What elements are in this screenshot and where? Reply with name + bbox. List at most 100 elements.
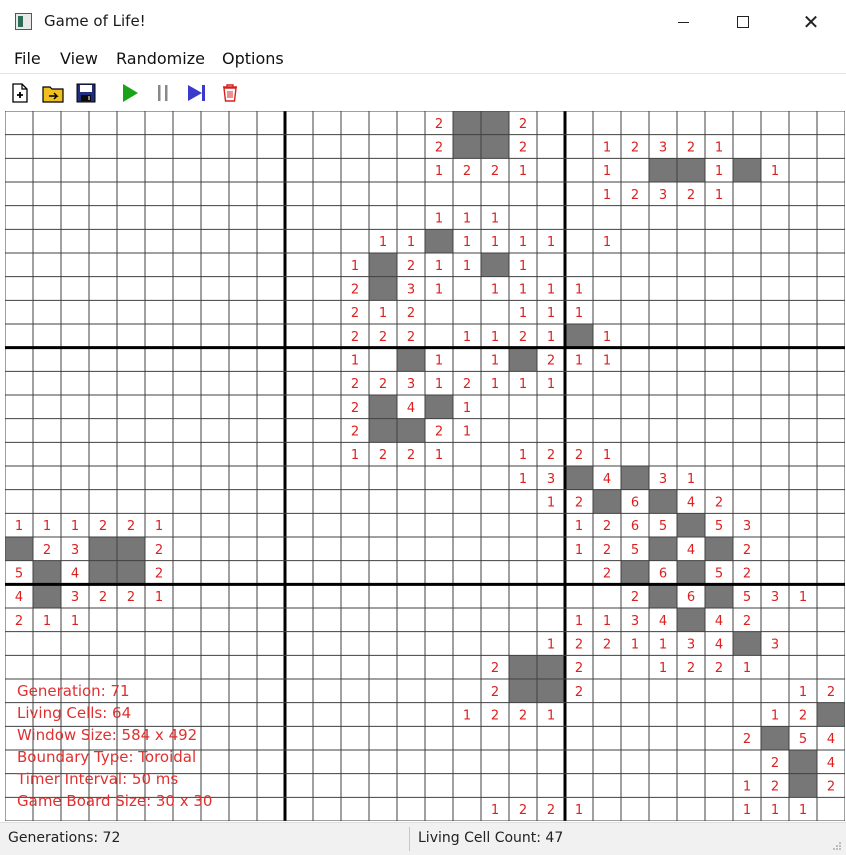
alive-cell[interactable] bbox=[481, 111, 509, 135]
alive-cell[interactable] bbox=[789, 773, 817, 798]
alive-cell[interactable] bbox=[33, 560, 61, 585]
maximize-button[interactable] bbox=[712, 0, 774, 44]
alive-cell[interactable] bbox=[369, 395, 397, 419]
neighbor-count: 2 bbox=[155, 567, 163, 582]
alive-cell[interactable] bbox=[369, 253, 397, 277]
alive-cell[interactable] bbox=[565, 466, 593, 490]
new-button[interactable] bbox=[9, 82, 31, 104]
alive-cell[interactable] bbox=[5, 537, 33, 561]
alive-cell[interactable] bbox=[761, 726, 789, 750]
neighbor-count: 2 bbox=[407, 306, 415, 321]
play-button[interactable] bbox=[119, 82, 141, 104]
neighbor-count: 1 bbox=[463, 330, 471, 345]
menu-options[interactable]: Options bbox=[222, 49, 284, 68]
alive-cell[interactable] bbox=[509, 655, 537, 679]
neighbor-count: 1 bbox=[491, 803, 499, 818]
alive-cell[interactable] bbox=[733, 631, 761, 656]
neighbor-count: 2 bbox=[547, 354, 555, 369]
alive-cell[interactable] bbox=[425, 395, 453, 419]
neighbor-count: 1 bbox=[435, 283, 443, 298]
alive-cell[interactable] bbox=[453, 134, 481, 159]
title-bar[interactable]: Game of Life! ✕ bbox=[0, 0, 846, 44]
alive-cell[interactable] bbox=[621, 560, 649, 585]
neighbor-count: 4 bbox=[687, 496, 695, 511]
alive-cell[interactable] bbox=[537, 655, 565, 679]
neighbor-count: 1 bbox=[463, 235, 471, 250]
neighbor-count: 2 bbox=[715, 496, 723, 511]
neighbor-count: 2 bbox=[715, 661, 723, 676]
hud-generation: Generation: 71 bbox=[17, 682, 130, 700]
menu-randomize[interactable]: Randomize bbox=[116, 49, 205, 68]
alive-cell[interactable] bbox=[117, 560, 145, 585]
neighbor-count: 2 bbox=[743, 732, 751, 747]
neighbor-count: 3 bbox=[659, 472, 667, 487]
neighbor-count: 1 bbox=[43, 614, 51, 629]
alive-cell[interactable] bbox=[33, 584, 61, 608]
alive-cell[interactable] bbox=[789, 750, 817, 774]
neighbor-count: 1 bbox=[463, 401, 471, 416]
neighbor-count: 1 bbox=[491, 330, 499, 345]
alive-cell[interactable] bbox=[369, 276, 397, 301]
neighbor-count: 2 bbox=[519, 330, 527, 345]
resize-grip-icon[interactable] bbox=[832, 841, 842, 851]
alive-cell[interactable] bbox=[621, 466, 649, 490]
alive-cell[interactable] bbox=[649, 158, 677, 182]
alive-cell[interactable] bbox=[593, 489, 621, 514]
neighbor-count: 1 bbox=[435, 164, 443, 179]
alive-cell[interactable] bbox=[565, 324, 593, 348]
trash-icon bbox=[223, 84, 237, 102]
alive-cell[interactable] bbox=[397, 347, 425, 372]
close-button[interactable]: ✕ bbox=[780, 0, 842, 44]
save-button[interactable] bbox=[75, 82, 97, 104]
neighbor-count: 1 bbox=[463, 259, 471, 274]
alive-cell[interactable] bbox=[677, 158, 705, 182]
neighbor-count: 3 bbox=[71, 590, 79, 605]
alive-cell[interactable] bbox=[453, 111, 481, 135]
neighbor-count: 2 bbox=[491, 164, 499, 179]
new-icon bbox=[12, 83, 28, 103]
alive-cell[interactable] bbox=[509, 347, 537, 372]
open-button[interactable] bbox=[42, 82, 64, 104]
alive-cell[interactable] bbox=[481, 253, 509, 277]
neighbor-count: 1 bbox=[715, 188, 723, 203]
alive-cell[interactable] bbox=[705, 537, 733, 561]
next-generation-button[interactable] bbox=[186, 82, 208, 104]
alive-cell[interactable] bbox=[89, 560, 117, 585]
alive-cell[interactable] bbox=[649, 584, 677, 608]
next-icon bbox=[188, 85, 205, 101]
alive-cell[interactable] bbox=[537, 679, 565, 703]
alive-cell[interactable] bbox=[677, 560, 705, 585]
alive-cell[interactable] bbox=[677, 608, 705, 632]
alive-cell[interactable] bbox=[705, 584, 733, 608]
neighbor-count: 1 bbox=[799, 685, 807, 700]
neighbor-count: 2 bbox=[463, 377, 471, 392]
alive-cell[interactable] bbox=[649, 537, 677, 561]
clear-button[interactable] bbox=[219, 82, 241, 104]
alive-cell[interactable] bbox=[397, 418, 425, 443]
neighbor-count: 1 bbox=[603, 164, 611, 179]
alive-cell[interactable] bbox=[817, 702, 845, 727]
neighbor-count: 2 bbox=[491, 685, 499, 700]
alive-cell[interactable] bbox=[425, 229, 453, 253]
neighbor-count: 1 bbox=[575, 306, 583, 321]
alive-cell[interactable] bbox=[481, 134, 509, 159]
pause-button[interactable] bbox=[152, 82, 174, 104]
alive-cell[interactable] bbox=[677, 513, 705, 537]
neighbor-count: 4 bbox=[827, 756, 835, 771]
alive-cell[interactable] bbox=[117, 537, 145, 561]
alive-cell[interactable] bbox=[733, 158, 761, 182]
hud-window-size: Window Size: 584 x 492 bbox=[17, 726, 198, 744]
neighbor-count: 1 bbox=[519, 306, 527, 321]
alive-cell[interactable] bbox=[89, 537, 117, 561]
neighbor-count: 4 bbox=[407, 401, 415, 416]
alive-cell[interactable] bbox=[369, 418, 397, 443]
menu-view[interactable]: View bbox=[60, 49, 98, 68]
neighbor-count: 1 bbox=[575, 519, 583, 534]
neighbor-count: 1 bbox=[603, 235, 611, 250]
menu-file[interactable]: File bbox=[14, 49, 41, 68]
alive-cell[interactable] bbox=[509, 679, 537, 703]
maximize-icon bbox=[737, 16, 749, 28]
neighbor-count: 3 bbox=[771, 638, 779, 653]
alive-cell[interactable] bbox=[649, 489, 677, 514]
minimize-button[interactable] bbox=[652, 0, 714, 44]
